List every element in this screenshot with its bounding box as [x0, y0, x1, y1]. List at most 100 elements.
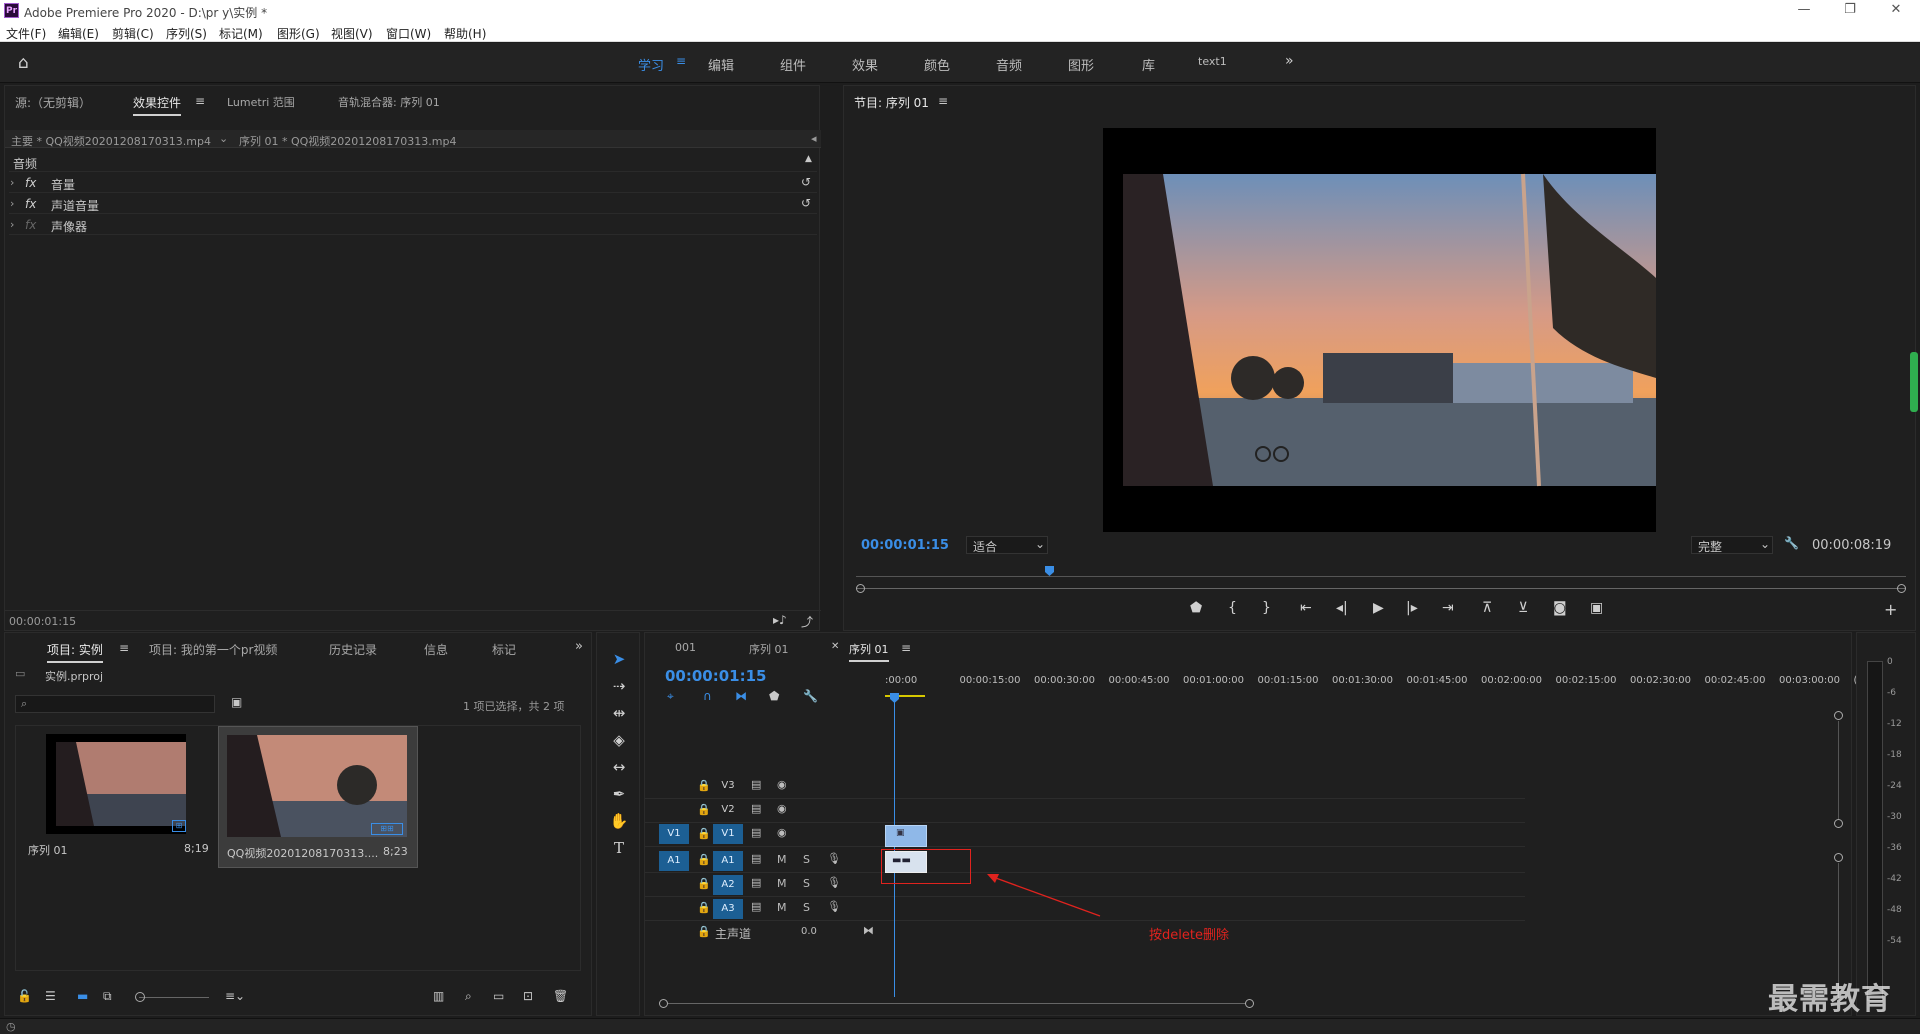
- scroll-up-icon[interactable]: ▲: [805, 154, 812, 164]
- sort-icon[interactable]: ≡⌄: [225, 989, 245, 1003]
- hand-tool-icon[interactable]: ✋: [608, 812, 630, 830]
- track-label-v1[interactable]: V1: [713, 824, 743, 844]
- more-workspaces-icon[interactable]: »: [1285, 53, 1294, 69]
- workspace-text1[interactable]: text1: [1198, 55, 1227, 68]
- track-label-v3[interactable]: V3: [713, 776, 743, 796]
- program-monitor-title[interactable]: 节目: 序列 01: [854, 94, 929, 114]
- menu-window[interactable]: 窗口(W): [386, 25, 431, 42]
- tab-info[interactable]: 信息: [424, 641, 448, 658]
- program-playhead[interactable]: [1045, 566, 1054, 576]
- panel-menu-icon[interactable]: ≡: [938, 94, 948, 108]
- zoom-slider-handle[interactable]: [135, 992, 145, 1002]
- sync-lock-icon[interactable]: ▤: [751, 826, 761, 839]
- trash-icon[interactable]: 🗑: [553, 989, 568, 1003]
- mute-button[interactable]: M: [777, 853, 787, 866]
- icon-view-icon[interactable]: ▬: [77, 989, 88, 1003]
- slip-tool-icon[interactable]: ↔: [608, 758, 630, 776]
- program-time-ruler[interactable]: [856, 566, 1906, 580]
- panel-menu-icon[interactable]: ≡: [195, 94, 205, 108]
- menu-file[interactable]: 文件(F): [6, 25, 46, 42]
- tab-project-first[interactable]: 项目: 我的第一个pr视频: [149, 641, 277, 658]
- pen-tool-icon[interactable]: ✒: [608, 785, 630, 803]
- go-to-out-icon[interactable]: ⇥: [1442, 600, 1454, 616]
- track-label-a1[interactable]: A1: [713, 851, 743, 871]
- solo-button[interactable]: S: [803, 901, 810, 914]
- effect-row-volume[interactable]: › fx 音量 ↺: [9, 173, 817, 193]
- lock-track-icon[interactable]: 🔒: [697, 925, 711, 938]
- lift-icon[interactable]: ⊼: [1482, 600, 1492, 616]
- workspace-edit[interactable]: 编辑: [708, 55, 734, 74]
- chevron-down-icon[interactable]: ⌄: [219, 132, 228, 145]
- lock-track-icon[interactable]: 🔒: [697, 877, 711, 890]
- freeform-view-icon[interactable]: ⧉: [103, 989, 112, 1004]
- project-item-video-selected[interactable]: ⊞⊞ QQ视频20201208170313.... 8;23: [218, 726, 418, 868]
- right-scroll-indicator[interactable]: [1910, 352, 1918, 412]
- new-bin-icon[interactable]: ▭: [493, 989, 504, 1003]
- lock-track-icon[interactable]: 🔒: [697, 803, 711, 816]
- reset-icon[interactable]: ↺: [801, 175, 811, 189]
- mark-out-icon[interactable]: }: [1262, 600, 1271, 616]
- ripple-edit-tool-icon[interactable]: ⇹: [608, 704, 630, 722]
- video-frame[interactable]: [1103, 128, 1656, 532]
- linked-selection-icon[interactable]: ⧓: [735, 689, 747, 703]
- menu-sequence[interactable]: 序列(S): [166, 25, 207, 42]
- fx-icon[interactable]: fx: [25, 218, 36, 232]
- play-icon[interactable]: ▶: [1373, 600, 1384, 616]
- razor-tool-icon[interactable]: ◈: [608, 731, 630, 749]
- tab-project-instance[interactable]: 项目: 实例: [47, 641, 103, 663]
- sync-lock-icon[interactable]: ▤: [751, 778, 761, 791]
- tab-history[interactable]: 历史记录: [329, 641, 377, 658]
- effect-row-panner[interactable]: › fx 声像器: [9, 215, 817, 235]
- selection-tool-icon[interactable]: ➤: [608, 650, 630, 668]
- track-label-v2[interactable]: V2: [713, 800, 743, 820]
- workspace-learn[interactable]: 学习: [638, 55, 664, 74]
- menu-edit[interactable]: 编辑(E): [58, 25, 99, 42]
- workspace-assembly[interactable]: 组件: [780, 55, 806, 74]
- project-search-input[interactable]: ⌕: [15, 695, 215, 713]
- eye-icon[interactable]: ◉: [777, 778, 787, 791]
- add-button-icon[interactable]: +: [1884, 600, 1897, 619]
- source-patch-a1[interactable]: A1: [659, 851, 689, 871]
- sync-lock-icon[interactable]: ▤: [751, 802, 761, 815]
- wrench-icon[interactable]: 🔧: [1784, 536, 1799, 550]
- play-audio-icon[interactable]: ▸♪: [773, 613, 787, 627]
- tab-effect-controls[interactable]: 效果控件: [133, 94, 182, 116]
- sync-lock-icon[interactable]: ▤: [751, 900, 761, 913]
- quality-dropdown[interactable]: 完整 ⌄: [1691, 536, 1773, 554]
- export-frame-icon[interactable]: ◙: [1553, 600, 1567, 616]
- home-icon[interactable]: ⌂: [18, 53, 29, 73]
- mute-button[interactable]: M: [777, 901, 787, 914]
- track-select-tool-icon[interactable]: ⇢: [608, 677, 630, 695]
- go-to-in-icon[interactable]: ⇤: [1300, 600, 1312, 616]
- minimize-button[interactable]: —: [1781, 0, 1827, 22]
- more-tabs-icon[interactable]: »: [575, 639, 583, 654]
- zoom-slider[interactable]: [139, 997, 209, 998]
- timeline-timecode[interactable]: 00:00:01:15: [665, 667, 767, 685]
- sync-lock-icon[interactable]: ▤: [751, 852, 761, 865]
- tab-sequence-01-active[interactable]: 序列 01: [849, 641, 889, 662]
- extract-icon[interactable]: ⊻: [1518, 600, 1528, 616]
- effect-controls-timecode[interactable]: 00:00:01:15: [9, 615, 76, 628]
- lock-track-icon[interactable]: 🔒: [697, 827, 711, 840]
- workspace-audio[interactable]: 音频: [996, 55, 1022, 74]
- sequence-clip-label[interactable]: 序列 01 * QQ视频20201208170313.mp4: [239, 133, 456, 149]
- scroll-handle-left[interactable]: [856, 584, 865, 593]
- fit-dropdown[interactable]: 适合 ⌄: [966, 536, 1048, 554]
- panel-menu-icon[interactable]: ≡: [119, 641, 129, 655]
- sync-lock-icon[interactable]: ▤: [751, 876, 761, 889]
- vertical-scroll-handle[interactable]: [1834, 853, 1843, 862]
- export-icon[interactable]: ⤴: [801, 613, 813, 630]
- tab-sequence-001[interactable]: 001: [675, 641, 696, 654]
- lock-track-icon[interactable]: 🔒: [697, 853, 711, 866]
- mix-volume-value[interactable]: 0.0: [801, 926, 817, 937]
- solo-button[interactable]: S: [803, 877, 810, 890]
- lock-icon[interactable]: 🔓: [17, 989, 32, 1003]
- tab-markers[interactable]: 标记: [492, 641, 516, 658]
- go-to-end-icon[interactable]: ⧓: [863, 924, 874, 937]
- fx-icon[interactable]: fx: [25, 197, 36, 211]
- microphone-icon[interactable]: 🎙: [827, 852, 841, 865]
- workspace-libraries[interactable]: 库: [1142, 55, 1155, 74]
- lock-track-icon[interactable]: 🔒: [697, 901, 711, 914]
- fx-icon[interactable]: fx: [25, 176, 36, 190]
- expand-icon[interactable]: ›: [10, 176, 14, 189]
